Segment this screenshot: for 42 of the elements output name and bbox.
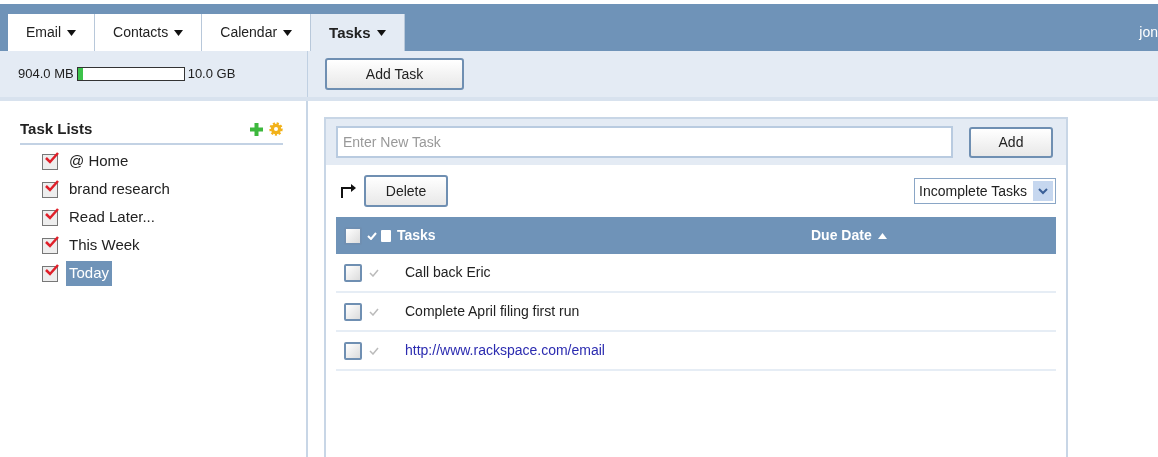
- checkbox[interactable]: [344, 341, 362, 360]
- checkbox[interactable]: [42, 209, 58, 226]
- checkbox[interactable]: [344, 226, 362, 245]
- add-button[interactable]: Add: [969, 126, 1053, 158]
- clipboard-icon: [381, 229, 391, 242]
- checkbox[interactable]: [344, 263, 362, 282]
- storage-used: 904.0 MB: [18, 65, 74, 84]
- task-list-item[interactable]: @ Home: [66, 149, 132, 174]
- storage-total: 10.0 GB: [187, 65, 236, 84]
- task-list-item[interactable]: This Week: [66, 233, 143, 258]
- caret-icon: [67, 29, 76, 36]
- chevron-down-icon: [1038, 187, 1048, 195]
- nav-tab[interactable]: Tasks: [311, 14, 405, 52]
- checkbox[interactable]: [42, 153, 58, 170]
- checkbox[interactable]: [42, 265, 58, 282]
- delete-button[interactable]: Delete: [364, 175, 448, 207]
- task-title[interactable]: Complete April filing first run: [405, 301, 580, 322]
- nav-tab[interactable]: Calendar: [202, 14, 312, 52]
- caret-icon: [174, 29, 184, 36]
- task-list-item[interactable]: Read Later...: [66, 205, 158, 230]
- caret-icon: [376, 29, 386, 36]
- settings-icon[interactable]: [269, 122, 283, 137]
- task-link[interactable]: http://www.rackspace.com/email: [405, 340, 605, 361]
- caret-icon: [877, 232, 887, 239]
- check-icon: [367, 231, 377, 240]
- add-task-button[interactable]: Add Task: [325, 58, 464, 91]
- checkbox[interactable]: [42, 237, 58, 254]
- nav-tab[interactable]: Contacts: [95, 14, 203, 52]
- filter-dropdown[interactable]: Incomplete Tasks: [914, 178, 1056, 204]
- check-icon[interactable]: [369, 346, 379, 355]
- nav-tab[interactable]: Email: [8, 14, 95, 52]
- sidebar-title: Task Lists: [20, 119, 93, 139]
- new-task-field[interactable]: Enter New Task: [336, 126, 953, 158]
- check-icon[interactable]: [369, 268, 379, 277]
- task-title[interactable]: Call back Eric: [405, 262, 491, 283]
- check-icon[interactable]: [369, 307, 379, 316]
- checkbox[interactable]: [42, 181, 58, 198]
- task-list-item[interactable]: brand research: [66, 177, 173, 202]
- caret-icon: [283, 29, 293, 36]
- add-icon[interactable]: [250, 122, 263, 136]
- redo-arrow-icon[interactable]: [340, 184, 356, 198]
- checkbox[interactable]: [344, 302, 362, 321]
